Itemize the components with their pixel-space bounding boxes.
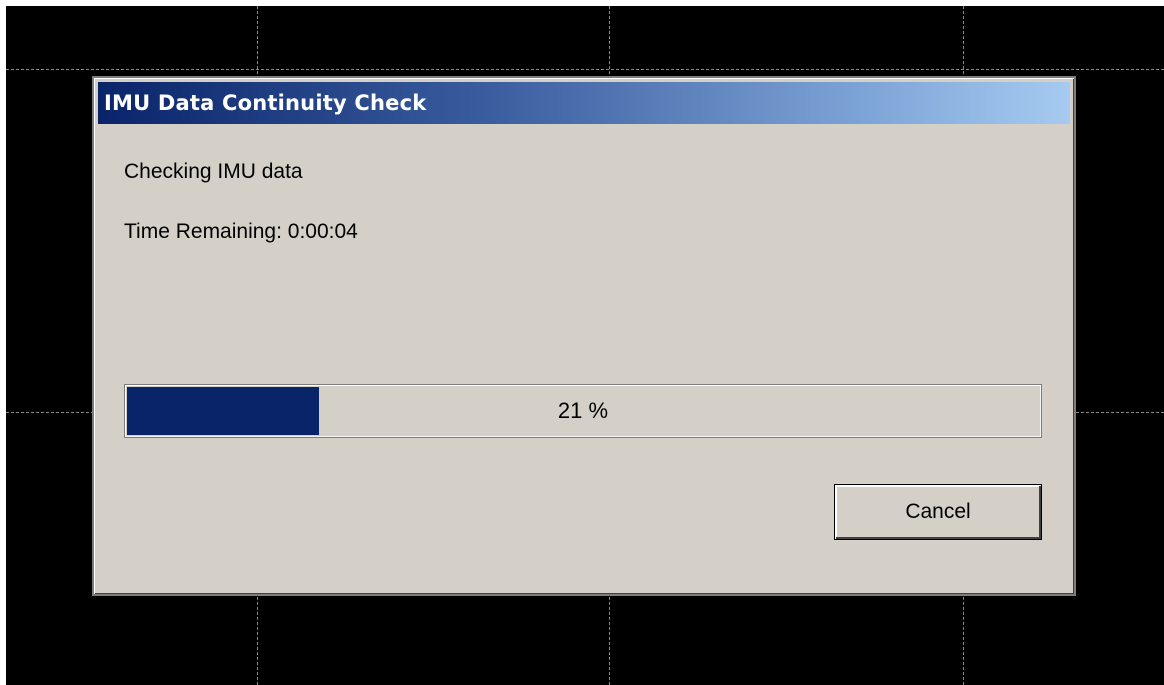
progress-dialog: IMU Data Continuity Check Checking IMU d… (92, 76, 1076, 596)
dialog-titlebar[interactable]: IMU Data Continuity Check (98, 82, 1070, 124)
time-remaining-text: Time Remaining: 0:00:04 (124, 220, 358, 243)
progress-label: 21 % (557, 398, 609, 423)
status-message: Checking IMU data (124, 160, 303, 183)
cancel-button[interactable]: Cancel (834, 484, 1042, 540)
dialog-title: IMU Data Continuity Check (104, 91, 427, 115)
background-canvas: IMU Data Continuity Check Checking IMU d… (6, 6, 1164, 685)
grid-line (6, 69, 1164, 70)
progress-bar: 21 % (124, 384, 1042, 438)
